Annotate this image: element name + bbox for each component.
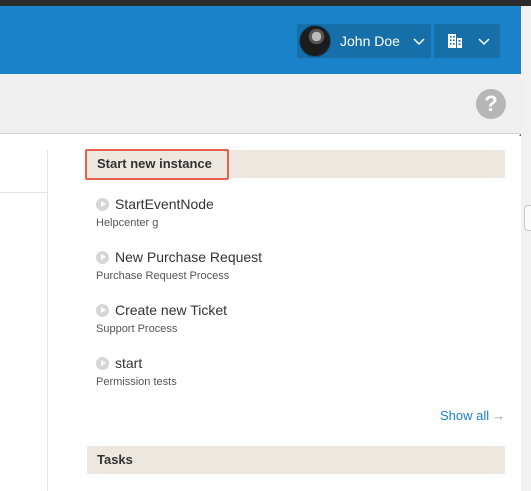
process-start-link[interactable]: StartEventNode [115, 196, 214, 212]
process-name: Helpcenter g [96, 217, 159, 229]
process-name: Support Process [96, 323, 178, 335]
app-header: John Doe [0, 6, 521, 74]
list-item[interactable]: start Permission tests [96, 355, 496, 388]
avatar [299, 25, 331, 57]
process-name: Purchase Request Process [96, 270, 230, 282]
user-name: John Doe [340, 33, 400, 49]
play-icon [96, 250, 109, 264]
arrow-right-icon: → [492, 408, 506, 423]
process-name: Permission tests [96, 376, 177, 388]
list-item[interactable]: StartEventNode Helpcenter g [96, 196, 496, 229]
show-all-label: Show all [440, 408, 490, 423]
organization-menu-button[interactable] [434, 24, 500, 58]
building-icon [448, 34, 462, 48]
list-item[interactable]: Create new Ticket Support Process [96, 302, 496, 335]
help-button[interactable]: ? [476, 89, 506, 119]
play-icon [96, 356, 109, 370]
play-icon [96, 303, 109, 317]
chevron-down-icon [413, 38, 425, 46]
left-panel [0, 150, 48, 491]
process-start-link[interactable]: start [115, 355, 142, 371]
highlight-box [85, 149, 229, 180]
left-panel-divider [0, 192, 48, 193]
user-menu-button[interactable]: John Doe [297, 24, 431, 58]
play-icon [96, 197, 109, 211]
toolbar [0, 74, 521, 134]
chevron-down-icon [478, 38, 490, 46]
side-panel-tab[interactable] [524, 205, 531, 231]
process-start-link[interactable]: New Purchase Request [115, 249, 262, 265]
show-all-link[interactable]: Show all → [440, 408, 505, 423]
tasks-header: Tasks [87, 446, 505, 474]
right-scroll-strip [521, 6, 531, 491]
list-item[interactable]: New Purchase Request Purchase Request Pr… [96, 249, 496, 282]
process-start-link[interactable]: Create new Ticket [115, 302, 227, 318]
